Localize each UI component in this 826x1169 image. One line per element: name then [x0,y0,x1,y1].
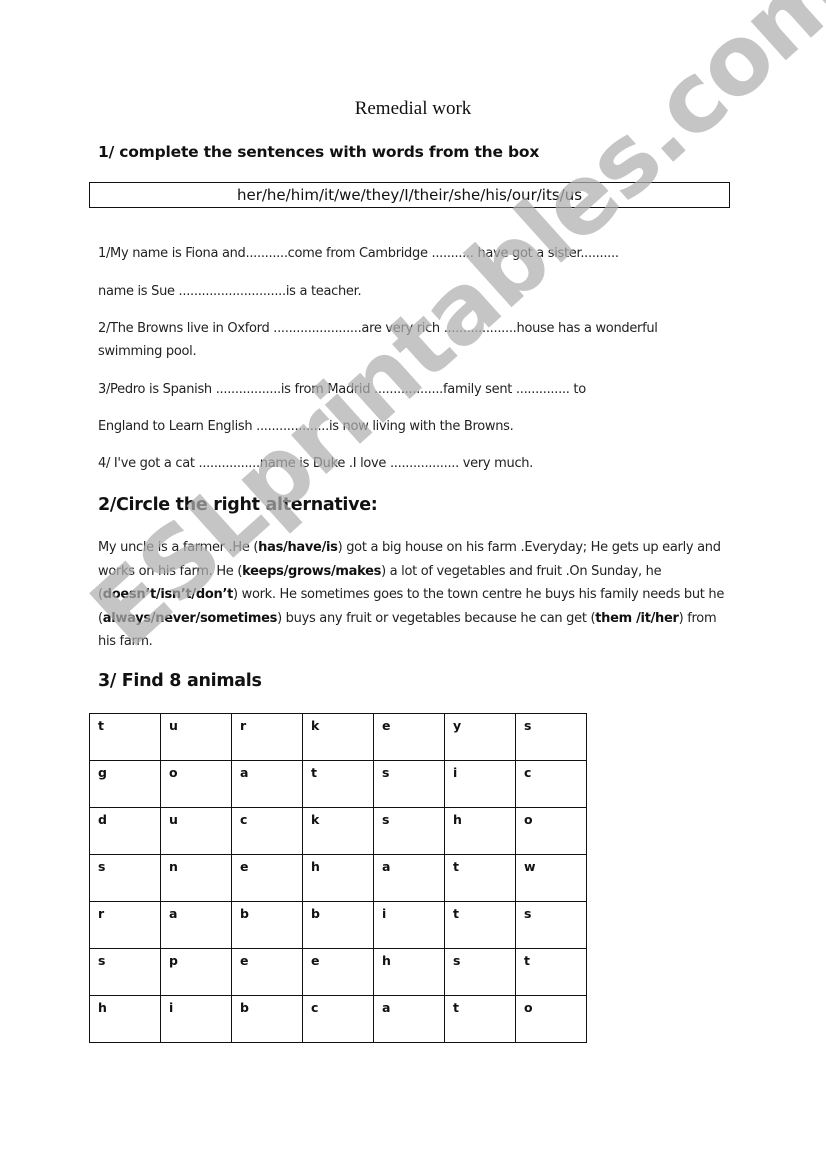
exercise1-line: swimming pool. [98,344,197,359]
grid-cell: a [373,854,445,902]
section1-heading: 1/ complete the sentences with words fro… [98,143,540,161]
grid-cell: a [231,760,303,808]
grid-cell: s [515,713,587,761]
grid-row: g o a t s i c [89,760,587,808]
grid-cell: b [302,901,374,949]
grid-row: d u c k s h o [89,807,587,855]
grid-cell: t [89,713,161,761]
grid-cell: t [444,901,516,949]
exercise1-line: 4/ I've got a cat ................name i… [98,456,534,471]
grid-cell: t [302,760,374,808]
grid-row: t u r k e y s [89,713,587,761]
alternative-choice: doesn’t/isn’t/don’t [102,587,234,602]
grid-cell: s [89,948,161,996]
grid-cell: a [373,995,445,1043]
grid-cell: e [302,948,374,996]
grid-cell: t [444,854,516,902]
exercise1-line: 1/My name is Fiona and...........come fr… [98,246,619,261]
grid-cell: r [89,901,161,949]
grid-cell: d [89,807,161,855]
grid-cell: u [160,713,232,761]
exercise1-line: name is Sue ............................… [98,284,362,299]
grid-cell: k [302,807,374,855]
grid-row: s n e h a t w [89,854,587,902]
grid-cell: p [160,948,232,996]
grid-cell: h [89,995,161,1043]
grid-row: h i b c a t o [89,995,587,1043]
exercise1-line: 3/Pedro is Spanish .................is f… [98,382,586,397]
alternative-choice: keeps/grows/makes [242,563,382,579]
grid-row: r a b b i t s [89,901,587,949]
grid-cell: s [373,807,445,855]
grid-cell: h [302,854,374,902]
grid-cell: i [373,901,445,949]
grid-cell: e [231,948,303,996]
alternative-choice: always/never/sometimes [102,610,278,626]
grid-cell: e [373,713,445,761]
word-box: her/he/him/it/we/they/I/their/she/his/ou… [89,182,730,208]
grid-cell: s [515,901,587,949]
section3-heading: 3/ Find 8 animals [98,671,262,691]
grid-cell: o [515,807,587,855]
grid-cell: t [444,995,516,1043]
alternative-choice: has/have/is [258,540,338,555]
grid-cell: h [373,948,445,996]
grid-cell: c [515,760,587,808]
grid-cell: s [444,948,516,996]
grid-cell: y [444,713,516,761]
grid-cell: o [160,760,232,808]
grid-cell: a [160,901,232,949]
section2-paragraph: My uncle is a farmer .He (has/have/is) g… [98,536,730,654]
word-search-grid: t u r k e y s g o a t s i c d u c k s h … [89,713,587,1043]
grid-cell: r [231,713,303,761]
grid-cell: o [515,995,587,1043]
grid-cell: t [515,948,587,996]
page-title: Remedial work [354,98,472,119]
grid-cell: s [89,854,161,902]
grid-cell: e [231,854,303,902]
grid-cell: i [444,760,516,808]
paragraph-text: My uncle is a farmer .He ( [98,540,259,555]
grid-cell: s [373,760,445,808]
section2-heading: 2/Circle the right alternative: [98,495,378,515]
paragraph-text: ) buys any fruit or vegetables because h… [277,610,596,626]
grid-cell: u [160,807,232,855]
grid-cell: c [302,995,374,1043]
grid-cell: c [231,807,303,855]
alternative-choice: them /it/her [595,610,679,626]
grid-cell: b [231,995,303,1043]
exercise1-line: England to Learn English ...............… [98,419,514,434]
grid-cell: g [89,760,161,808]
grid-cell: h [444,807,516,855]
grid-cell: n [160,854,232,902]
grid-cell: i [160,995,232,1043]
grid-row: s p e e h s t [89,948,587,996]
exercise1-line: 2/The Browns live in Oxford ............… [98,321,658,336]
grid-cell: b [231,901,303,949]
worksheet-page: Remedial work 1/ complete the sentences … [0,0,826,1169]
grid-cell: w [515,854,587,902]
grid-cell: k [302,713,374,761]
